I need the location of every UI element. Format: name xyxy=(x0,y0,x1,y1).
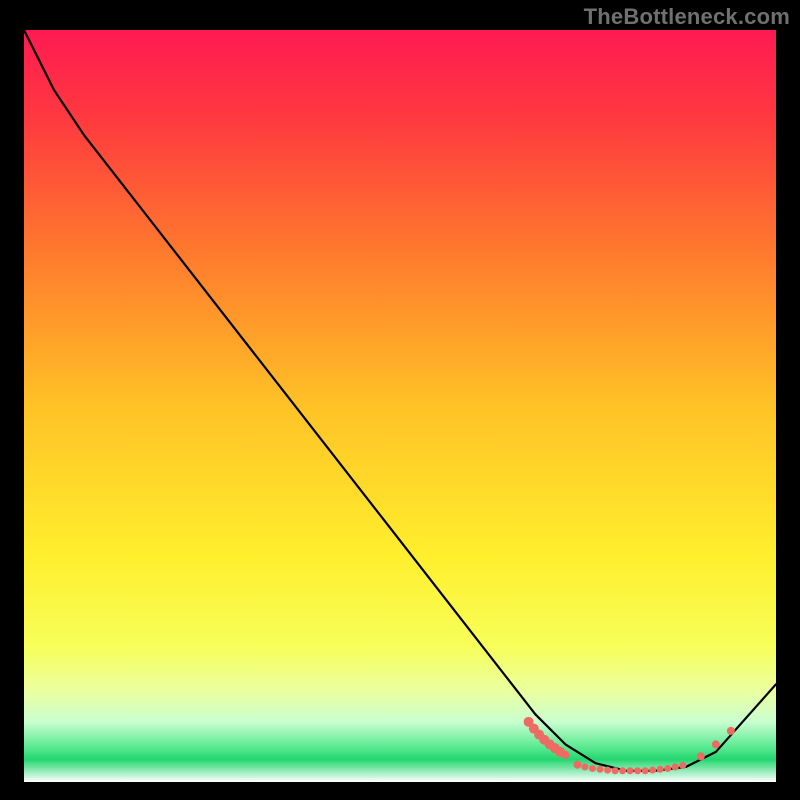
chart-svg xyxy=(24,30,776,782)
data-marker xyxy=(664,765,671,772)
chart-frame: TheBottleneck.com xyxy=(0,0,800,800)
data-marker xyxy=(727,727,735,735)
chart-background xyxy=(24,30,776,782)
data-marker xyxy=(597,766,604,773)
data-marker xyxy=(627,767,634,774)
data-marker xyxy=(672,763,679,770)
chart-plot xyxy=(24,30,776,782)
data-marker xyxy=(589,765,596,772)
data-marker xyxy=(619,767,626,774)
data-marker xyxy=(712,740,720,748)
data-marker xyxy=(561,751,569,759)
data-marker xyxy=(679,762,686,769)
data-marker xyxy=(649,766,656,773)
data-marker xyxy=(581,763,588,770)
watermark-text: TheBottleneck.com xyxy=(584,4,790,30)
data-marker xyxy=(573,761,581,769)
data-marker xyxy=(642,767,649,774)
data-marker xyxy=(604,766,611,773)
data-marker xyxy=(697,752,705,760)
data-marker xyxy=(657,766,664,773)
data-marker xyxy=(634,767,641,774)
data-marker xyxy=(612,767,619,774)
